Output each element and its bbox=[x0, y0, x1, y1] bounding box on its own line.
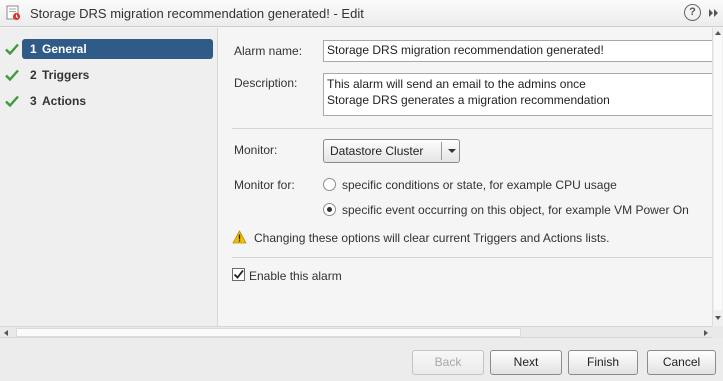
expand-icon[interactable] bbox=[707, 6, 721, 20]
description-line: Storage DRS generates a migration recomm… bbox=[327, 93, 610, 107]
step-actions[interactable]: 3 Actions bbox=[0, 91, 216, 113]
next-button[interactable]: Next bbox=[490, 350, 562, 375]
warning-message: Changing these options will clear curren… bbox=[254, 231, 610, 245]
description-textarea[interactable]: This alarm will send an email to the adm… bbox=[323, 73, 715, 116]
radio-specific-event[interactable] bbox=[323, 203, 336, 216]
step-label: Triggers bbox=[42, 68, 90, 82]
checkmark-icon bbox=[233, 269, 244, 279]
wizard-steps-sidebar: 1 General 2 Triggers 3 Actions bbox=[0, 28, 218, 326]
radio-specific-event-label[interactable]: specific event occurring on this object,… bbox=[342, 203, 689, 217]
dialog-title: Storage DRS migration recommendation gen… bbox=[30, 6, 364, 21]
warning-icon bbox=[232, 230, 247, 244]
scrollbar-corner bbox=[712, 326, 723, 338]
monitor-label: Monitor: bbox=[234, 143, 278, 157]
scroll-left-icon[interactable] bbox=[4, 330, 8, 336]
radio-selected-dot bbox=[327, 207, 332, 212]
description-line: This alarm will send an email to the adm… bbox=[327, 77, 586, 91]
vertical-scrollbar[interactable] bbox=[712, 28, 723, 326]
section-divider bbox=[232, 128, 712, 129]
select-separator bbox=[441, 142, 442, 160]
alarm-name-input[interactable]: Storage DRS migration recommendation gen… bbox=[323, 40, 715, 62]
help-icon[interactable]: ? bbox=[684, 4, 701, 21]
alarm-definition-icon bbox=[6, 5, 21, 21]
radio-specific-conditions-label[interactable]: specific conditions or state, for exampl… bbox=[342, 178, 617, 192]
alarm-name-label: Alarm name: bbox=[234, 44, 303, 58]
scroll-down-icon[interactable] bbox=[715, 316, 721, 320]
monitor-select[interactable]: Datastore Cluster bbox=[323, 139, 460, 163]
step-number: 1 bbox=[30, 42, 37, 56]
radio-specific-conditions[interactable] bbox=[323, 178, 336, 191]
horizontal-scrollbar[interactable] bbox=[0, 326, 712, 338]
finish-button[interactable]: Finish bbox=[568, 350, 638, 375]
enable-alarm-checkbox[interactable] bbox=[232, 268, 245, 281]
dialog-titlebar: Storage DRS migration recommendation gen… bbox=[0, 0, 723, 27]
checkmark-icon bbox=[5, 69, 19, 81]
scroll-up-icon[interactable] bbox=[715, 31, 721, 35]
scroll-right-icon[interactable] bbox=[704, 330, 708, 336]
step-label: General bbox=[42, 42, 87, 56]
step-general[interactable]: 1 General bbox=[0, 39, 216, 61]
step-triggers[interactable]: 2 Triggers bbox=[0, 65, 216, 87]
monitor-for-label: Monitor for: bbox=[234, 178, 295, 192]
description-label: Description: bbox=[234, 76, 298, 90]
checkmark-icon bbox=[5, 95, 19, 107]
scrollbar-thumb[interactable] bbox=[16, 328, 521, 337]
enable-alarm-label[interactable]: Enable this alarm bbox=[249, 269, 342, 283]
monitor-select-value: Datastore Cluster bbox=[330, 144, 424, 158]
step-number: 2 bbox=[30, 68, 37, 82]
cancel-button[interactable]: Cancel bbox=[647, 350, 716, 375]
chevron-down-icon bbox=[448, 149, 456, 153]
section-divider bbox=[232, 257, 712, 258]
scrollbar-thumb[interactable] bbox=[714, 34, 722, 310]
step-number: 3 bbox=[30, 94, 37, 108]
step-label: Actions bbox=[42, 94, 87, 108]
checkmark-icon bbox=[5, 43, 19, 55]
back-button[interactable]: Back bbox=[412, 350, 484, 375]
